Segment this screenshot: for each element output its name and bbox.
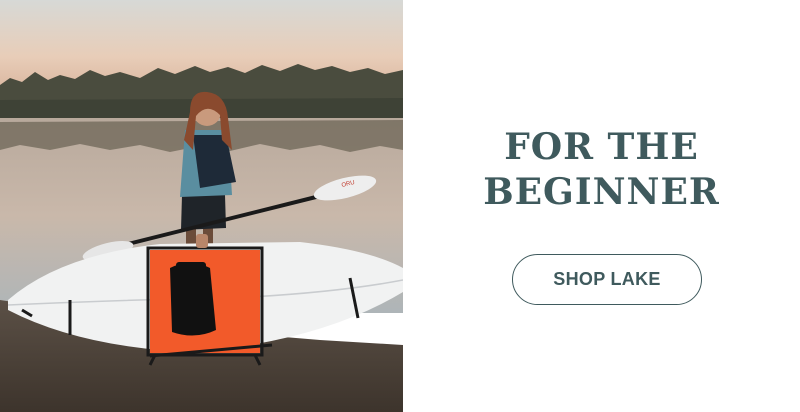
- headline-line-1: FOR THE: [504, 126, 699, 168]
- headline: FOR THE BEGINNER: [403, 125, 800, 215]
- headline-line-2: BEGINNER: [483, 171, 720, 213]
- kayak-lake-image: ORU: [0, 0, 403, 412]
- shop-lake-button[interactable]: SHOP LAKE: [512, 254, 702, 305]
- promo-banner: ORU FOR THE BEGINNER SHOP LAKE: [0, 0, 800, 412]
- hero-photo[interactable]: ORU: [0, 0, 403, 412]
- promo-panel: FOR THE BEGINNER SHOP LAKE: [403, 0, 800, 412]
